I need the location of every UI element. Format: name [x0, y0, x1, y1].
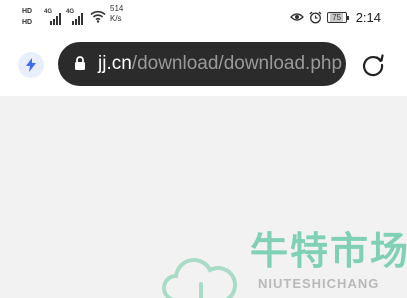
- url-text[interactable]: jj.cn/download/download.php: [98, 52, 342, 76]
- speed-unit: K/s: [110, 14, 122, 23]
- signal-bars-icon: [50, 13, 61, 25]
- watermark: 牛特市场 NIUTESHICHANG: [250, 230, 407, 291]
- hd-indicator-2: HD: [22, 19, 33, 26]
- lightning-icon: [26, 58, 36, 72]
- status-right: 75 2:14: [289, 9, 381, 25]
- hd-indicators: HD HD: [22, 6, 40, 28]
- hd-indicator-1: HD: [22, 8, 33, 15]
- address-bar[interactable]: jj.cn/download/download.php: [58, 42, 346, 86]
- battery-icon: 75: [326, 11, 349, 23]
- reload-icon[interactable]: [360, 52, 386, 78]
- status-bar: HD HD 4G 4G 514 K/s 75 2:14: [0, 0, 407, 34]
- url-path: /download/download.php: [131, 53, 343, 74]
- speed-value: 514: [110, 4, 124, 13]
- battery-level: 75: [330, 12, 344, 22]
- eye-icon: [289, 13, 304, 21]
- signal-bars-icon: [72, 13, 83, 25]
- page-content: 牛特市场 NIUTESHICHANG: [0, 96, 407, 298]
- network-speed: 514 K/s: [110, 4, 123, 24]
- watermark-chinese: 牛特市场: [250, 229, 407, 273]
- lightning-button[interactable]: [18, 52, 44, 78]
- watermark-pinyin: NIUTESHICHANG: [258, 276, 380, 291]
- clock: 2:14: [355, 9, 381, 25]
- cloud-download-icon: [162, 258, 237, 298]
- browser-toolbar: jj.cn/download/download.php: [0, 34, 407, 96]
- lock-icon: [75, 56, 85, 70]
- alarm-icon: [309, 11, 322, 23]
- url-host: jj.cn: [98, 53, 132, 74]
- wifi-icon: [90, 10, 106, 23]
